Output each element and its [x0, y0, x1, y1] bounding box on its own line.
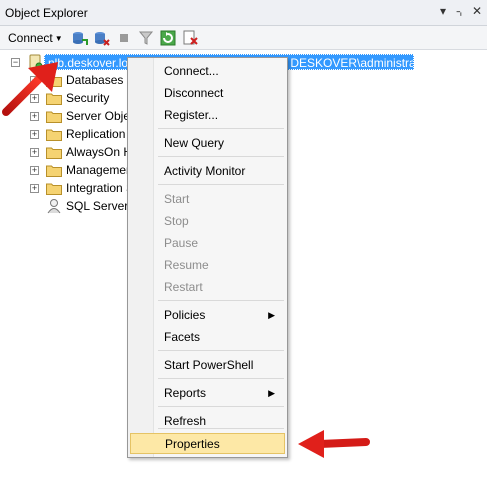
- expand-icon[interactable]: +: [30, 166, 39, 175]
- menu-separator: [158, 350, 284, 351]
- refresh-icon[interactable]: [160, 30, 176, 46]
- menu-separator: [158, 156, 284, 157]
- menu-separator: [158, 300, 284, 301]
- tree-node-label[interactable]: Databases: [66, 71, 123, 89]
- menu-item-facets[interactable]: Facets: [130, 327, 285, 348]
- menu-item-label: New Query: [164, 136, 225, 150]
- menu-item-label: Facets: [164, 330, 201, 344]
- menu-separator: [158, 406, 284, 407]
- expand-icon[interactable]: +: [30, 148, 39, 157]
- stop-icon[interactable]: [116, 30, 132, 46]
- menu-item-properties[interactable]: Properties: [130, 433, 285, 454]
- connect-button[interactable]: Connect ▼: [8, 31, 63, 45]
- annotation-arrow-properties: [298, 430, 370, 458]
- menu-item-resume: Resume: [130, 255, 285, 276]
- menu-item-pause: Pause: [130, 233, 285, 254]
- menu-item-label: Resume: [164, 258, 209, 272]
- tree-node-label[interactable]: Security: [66, 89, 109, 107]
- object-explorer-toolbar: Connect ▼: [0, 26, 487, 50]
- menu-item-stop: Stop: [130, 211, 285, 232]
- menu-item-label: Disconnect: [164, 86, 224, 100]
- menu-item-label: Stop: [164, 214, 189, 228]
- object-explorer-titlebar: Object Explorer ▾ ⌍ ✕: [0, 0, 487, 26]
- menu-separator: [158, 184, 284, 185]
- server-context-menu: Connect... Disconnect Register... New Query…: [127, 57, 288, 458]
- dropdown-icon[interactable]: ▾: [440, 4, 446, 18]
- menu-separator: [158, 128, 284, 129]
- menu-separator: [158, 378, 284, 379]
- menu-item-label: Properties: [165, 437, 220, 451]
- menu-item-register[interactable]: Register...: [130, 105, 285, 126]
- menu-item-connect[interactable]: Connect...: [130, 61, 285, 82]
- menu-item-label: Activity Monitor: [164, 164, 246, 178]
- menu-item-label: Connect...: [164, 64, 219, 78]
- pin-icon[interactable]: ⌍: [456, 4, 466, 18]
- connect-db-icon[interactable]: [72, 30, 88, 46]
- menu-item-activity-monitor[interactable]: Activity Monitor: [130, 161, 285, 182]
- menu-item-label: Register...: [164, 108, 219, 122]
- menu-item-label: Restart: [164, 280, 203, 294]
- menu-item-label: Start: [164, 192, 190, 206]
- filter-icon[interactable]: [138, 30, 154, 46]
- submenu-arrow-icon: ▶: [268, 310, 275, 320]
- menu-item-policies[interactable]: Policies ▶: [130, 305, 285, 326]
- annotation-arrow-server: [2, 62, 58, 116]
- clear-filter-icon[interactable]: [182, 30, 198, 46]
- submenu-arrow-icon: ▶: [268, 388, 275, 398]
- menu-item-label: Policies: [164, 308, 206, 322]
- menu-item-label: Reports: [164, 386, 207, 400]
- chevron-down-icon: ▼: [54, 34, 63, 43]
- folder-icon: [46, 147, 62, 159]
- tree-node-label[interactable]: Management: [66, 161, 136, 179]
- close-icon[interactable]: ✕: [472, 4, 482, 18]
- menu-item-disconnect[interactable]: Disconnect: [130, 83, 285, 104]
- folder-icon: [46, 183, 62, 195]
- menu-item-label: Start PowerShell: [164, 358, 254, 372]
- menu-item-start: Start: [130, 189, 285, 210]
- menu-separator: [158, 428, 284, 429]
- expand-icon[interactable]: +: [30, 184, 39, 193]
- folder-icon: [46, 129, 62, 141]
- folder-icon: [46, 165, 62, 177]
- connect-label: Connect: [8, 31, 53, 45]
- menu-item-label: Pause: [164, 236, 199, 250]
- menu-item-new-query[interactable]: New Query: [130, 133, 285, 154]
- expand-icon[interactable]: +: [30, 130, 39, 139]
- menu-item-restart: Restart: [130, 277, 285, 298]
- sql-agent-icon: [47, 199, 61, 214]
- tree-node-label[interactable]: Replication: [66, 125, 125, 143]
- disconnect-db-icon[interactable]: [94, 30, 110, 46]
- menu-item-reports[interactable]: Reports ▶: [130, 383, 285, 404]
- panel-title: Object Explorer: [5, 6, 88, 20]
- menu-item-start-powershell[interactable]: Start PowerShell: [130, 355, 285, 376]
